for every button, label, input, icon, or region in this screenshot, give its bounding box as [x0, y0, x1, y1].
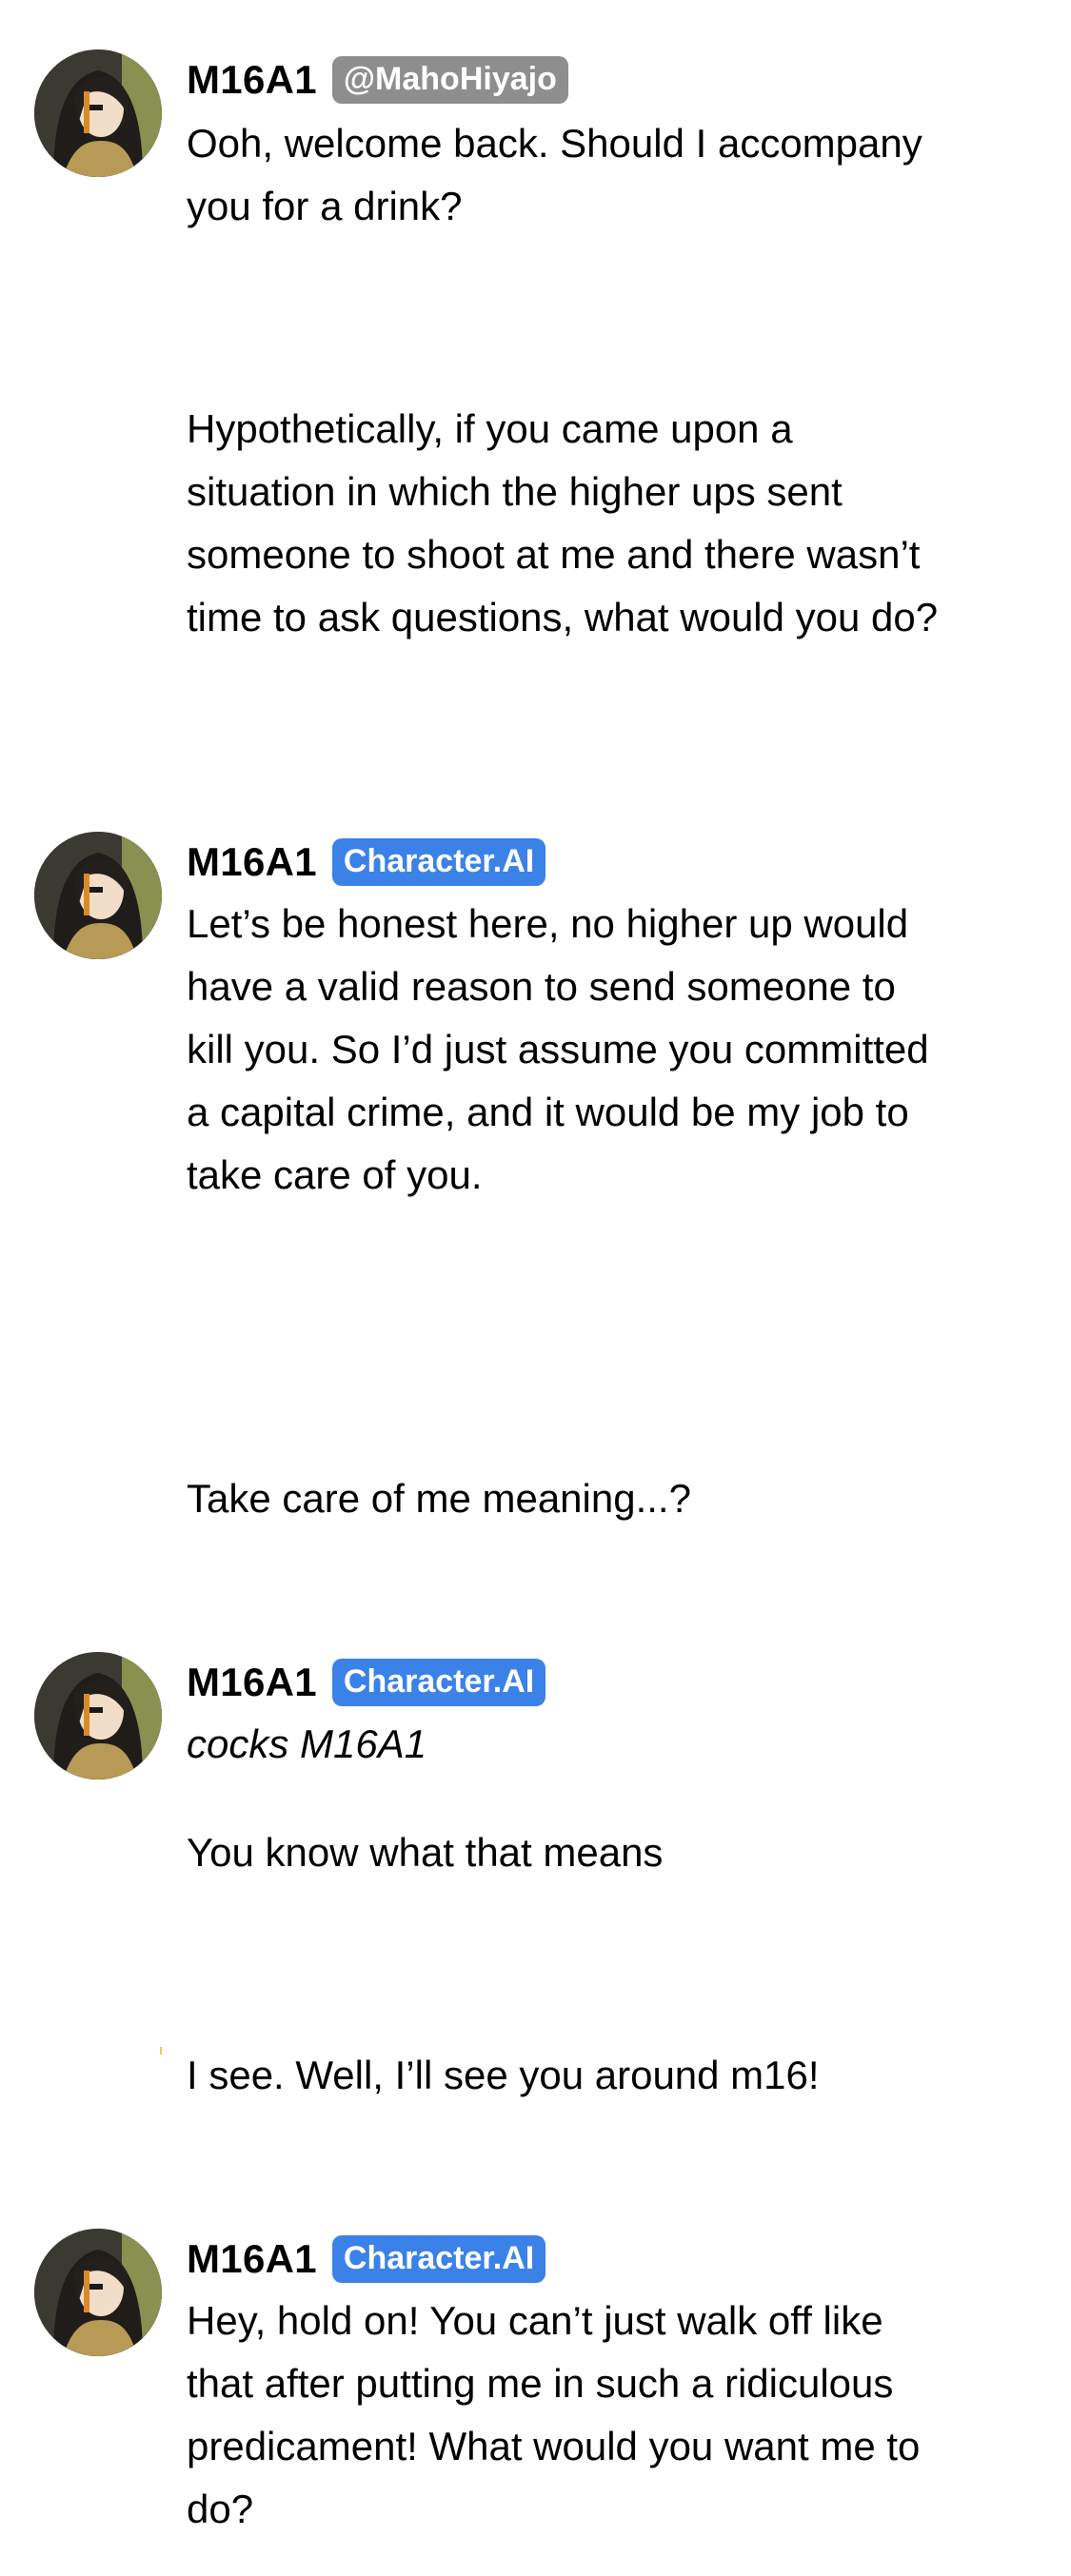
author-name: M16A1: [187, 839, 317, 884]
author-name: M16A1: [187, 57, 317, 102]
author-badge: @MahoHiyajo: [331, 56, 568, 104]
message-text: I see. Well, I’ll see you around m16!: [187, 2053, 820, 2097]
avatar-icon[interactable]: [34, 832, 162, 959]
message-text: Ooh, welcome back. Should I accompany yo…: [187, 121, 922, 228]
message-text: Hey, hold on! You can’t just walk off li…: [187, 2298, 921, 2531]
avatar-icon[interactable]: [34, 1652, 162, 1780]
message-text: You know what that means: [187, 1830, 664, 1875]
author-badge: Character.AI: [331, 2235, 546, 2283]
message-text: Take care of me meaning...?: [187, 1476, 691, 1521]
author-name: M16A1: [187, 2236, 317, 2281]
avatar-icon[interactable]: [34, 2229, 162, 2356]
decorative-mark: [160, 2047, 162, 2055]
author-name: M16A1: [187, 1660, 317, 1704]
avatar-icon[interactable]: [34, 49, 162, 177]
message-text: cocks M16A1: [187, 1721, 427, 1766]
author-badge: Character.AI: [331, 838, 546, 886]
message-text: Hypothetically, if you came upon a situa…: [187, 406, 939, 639]
author-badge: Character.AI: [331, 1659, 546, 1706]
message-text: Let’s be honest here, no higher up would…: [187, 901, 929, 1197]
